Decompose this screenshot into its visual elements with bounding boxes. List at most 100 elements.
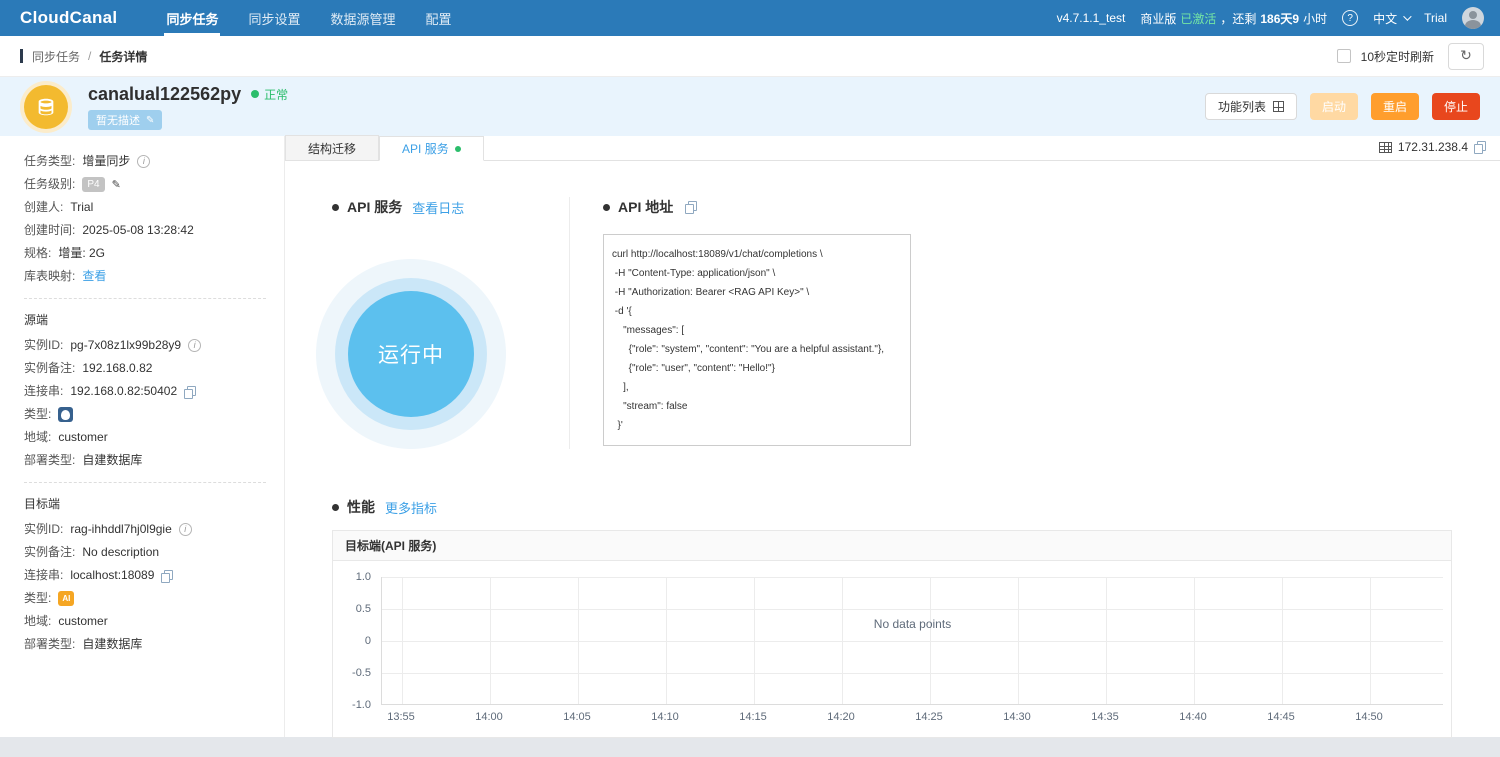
license-status: 已激活 <box>1180 11 1217 26</box>
postgresql-icon <box>58 407 74 422</box>
nav-datasource-management[interactable]: 数据源管理 <box>315 0 410 36</box>
copy-icon[interactable] <box>685 201 698 214</box>
status-badge: 正常 <box>251 86 288 103</box>
server-ip: 172.31.238.4 <box>1397 140 1468 154</box>
copy-icon[interactable] <box>184 385 197 399</box>
header-buttons: 功能列表 启动 重启 停止 <box>1204 93 1480 120</box>
task-header: canalual122562py 正常 暂无描述 功能列表 启动 重启 停止 <box>0 77 1500 136</box>
task-level-badge: P4 <box>82 177 105 192</box>
source-instance-desc: 实例备注: 192.168.0.82 <box>24 361 153 375</box>
nav-sync-settings[interactable]: 同步设置 <box>233 0 315 36</box>
language-selector[interactable]: 中文 <box>1373 10 1412 27</box>
stop-button[interactable]: 停止 <box>1431 93 1480 120</box>
view-mapping-link[interactable]: 查看 <box>82 265 106 288</box>
task-title: canalual122562py <box>88 83 242 104</box>
user-avatar[interactable] <box>1462 7 1484 29</box>
breadcrumb-section[interactable]: 同步任务 <box>32 48 80 65</box>
breadcrumb-separator: / <box>88 49 92 63</box>
task-detail-sidebar: 任务类型: 增量同步 任务级别: P4 创建人: Trial 创建时间: 202… <box>0 136 285 737</box>
field-task-type: 任务类型: 增量同步 <box>24 150 266 173</box>
target-instance-desc: 实例备注: No description <box>24 545 160 559</box>
chart-panel-title: 目标端(API 服务) <box>333 531 1451 561</box>
license-unit: 小时 <box>1303 11 1328 26</box>
target-region: 地域: customer <box>24 614 108 628</box>
database-icon <box>24 84 68 129</box>
chevron-down-icon <box>1403 12 1412 21</box>
field-table-mapping: 库表映射: 查看 <box>24 265 266 288</box>
source-deploy-type: 部署类型: 自建数据库 <box>24 453 143 467</box>
content: 任务类型: 增量同步 任务级别: P4 创建人: Trial 创建时间: 202… <box>0 135 1500 738</box>
ai-datasource-icon: AI <box>58 591 75 606</box>
language-label: 中文 <box>1373 11 1398 26</box>
license-edition: 商业版 <box>1140 11 1177 26</box>
main-nav: 同步任务 同步设置 数据源管理 配置 <box>151 0 466 36</box>
bullet-icon <box>603 203 610 211</box>
start-button[interactable]: 启动 <box>1309 93 1358 120</box>
title-block: canalual122562py 正常 暂无描述 <box>88 84 288 130</box>
bullet-icon <box>332 503 339 511</box>
running-status-circle: 运行中 <box>316 259 506 449</box>
divider <box>24 482 266 483</box>
feature-list-button[interactable]: 功能列表 <box>1204 93 1297 120</box>
nav-label: 同步设置 <box>248 11 301 27</box>
tab-label: API 服务 <box>402 142 449 156</box>
nav-label: 数据源管理 <box>330 11 396 27</box>
breadcrumb-current: 任务详情 <box>99 49 148 64</box>
target-deploy-type: 部署类型: 自建数据库 <box>24 637 143 651</box>
description-tag[interactable]: 暂无描述 <box>88 109 163 130</box>
restart-button[interactable]: 重启 <box>1370 93 1419 120</box>
view-logs-link[interactable]: 查看日志 <box>412 198 464 217</box>
more-metrics-link[interactable]: 更多指标 <box>385 498 437 517</box>
chart-area: 1.0 0.5 0 -0.5 -1.0 No data points 13:55… <box>333 561 1451 737</box>
target-instance-id: 实例ID: rag-ihhddl7hj0l9gie <box>24 518 266 541</box>
source-type: 类型: <box>24 403 266 426</box>
nav-configuration[interactable]: 配置 <box>411 0 467 36</box>
license-info: 商业版 已激活 ，还剩 186天9 小时 <box>1140 10 1327 27</box>
topbar-right: v4.7.1.1_test 商业版 已激活 ，还剩186天9小时 中文 Tria… <box>1057 7 1484 29</box>
main-body: API 服务 查看日志 运行中 API 地址 curl http://local… <box>285 161 1500 738</box>
status-text: 正常 <box>264 87 289 102</box>
grid-icon <box>1272 101 1284 112</box>
api-service-column: API 服务 查看日志 运行中 <box>316 197 569 449</box>
performance-chart-card: 目标端(API 服务) 1.0 0.5 0 -0.5 -1.0 No data … <box>332 530 1452 738</box>
running-status-text: 运行中 <box>348 291 474 417</box>
copy-icon[interactable] <box>1474 141 1486 154</box>
main-panel: 结构迁移 API 服务 172.31.238.4 API 服务 查看日志 运行中… <box>285 135 1500 738</box>
source-section-title: 源端 <box>24 313 49 327</box>
target-type: 类型: AI <box>24 587 266 610</box>
refresh-button[interactable] <box>1448 42 1484 70</box>
auto-refresh-checkbox[interactable] <box>1336 49 1351 63</box>
status-dot-icon <box>251 90 260 98</box>
performance-section: 性能 更多指标 目标端(API 服务) 1.0 0.5 0 -0.5 -1.0 <box>332 497 1460 738</box>
green-dot-icon <box>454 145 461 152</box>
field-spec: 规格: 增量: 2G <box>24 246 106 260</box>
info-icon[interactable] <box>188 339 202 352</box>
tab-structure-migration[interactable]: 结构迁移 <box>285 135 380 160</box>
x-axis: 13:55 14:00 14:05 14:10 14:15 14:20 14:2… <box>387 711 1383 723</box>
plot-area: No data points <box>381 577 1443 705</box>
auto-refresh-label: 10秒定时刷新 <box>1360 49 1434 64</box>
help-icon[interactable] <box>1342 10 1359 26</box>
tab-api-service[interactable]: API 服务 <box>379 136 484 161</box>
version-label: v4.7.1.1_test <box>1056 11 1126 25</box>
target-connection: 连接串: localhost:18089 <box>24 564 266 587</box>
info-icon[interactable] <box>137 155 151 168</box>
server-address: 172.31.238.4 <box>1378 140 1486 154</box>
source-region: 地域: customer <box>24 430 108 444</box>
description-text: 暂无描述 <box>96 114 140 127</box>
nav-label: 配置 <box>425 11 452 27</box>
breadcrumb-accent <box>20 49 23 63</box>
tab-label: 结构迁移 <box>308 141 357 156</box>
license-remaining-prefix: ，还剩 <box>1220 11 1257 26</box>
copy-icon[interactable] <box>161 569 174 583</box>
bullet-icon <box>332 203 339 211</box>
target-section-title: 目标端 <box>24 497 61 511</box>
nav-sync-tasks[interactable]: 同步任务 <box>151 0 233 36</box>
cloudcanal-logo: CloudCanal <box>20 8 118 27</box>
edit-icon[interactable] <box>112 173 121 196</box>
y-axis: 1.0 0.5 0 -0.5 -1.0 <box>352 571 371 711</box>
field-create-time: 创建时间: 2025-05-08 13:28:42 <box>24 223 194 237</box>
info-icon[interactable] <box>178 523 192 536</box>
api-service-title: API 服务 <box>347 199 403 215</box>
username-label[interactable]: Trial <box>1424 11 1447 25</box>
